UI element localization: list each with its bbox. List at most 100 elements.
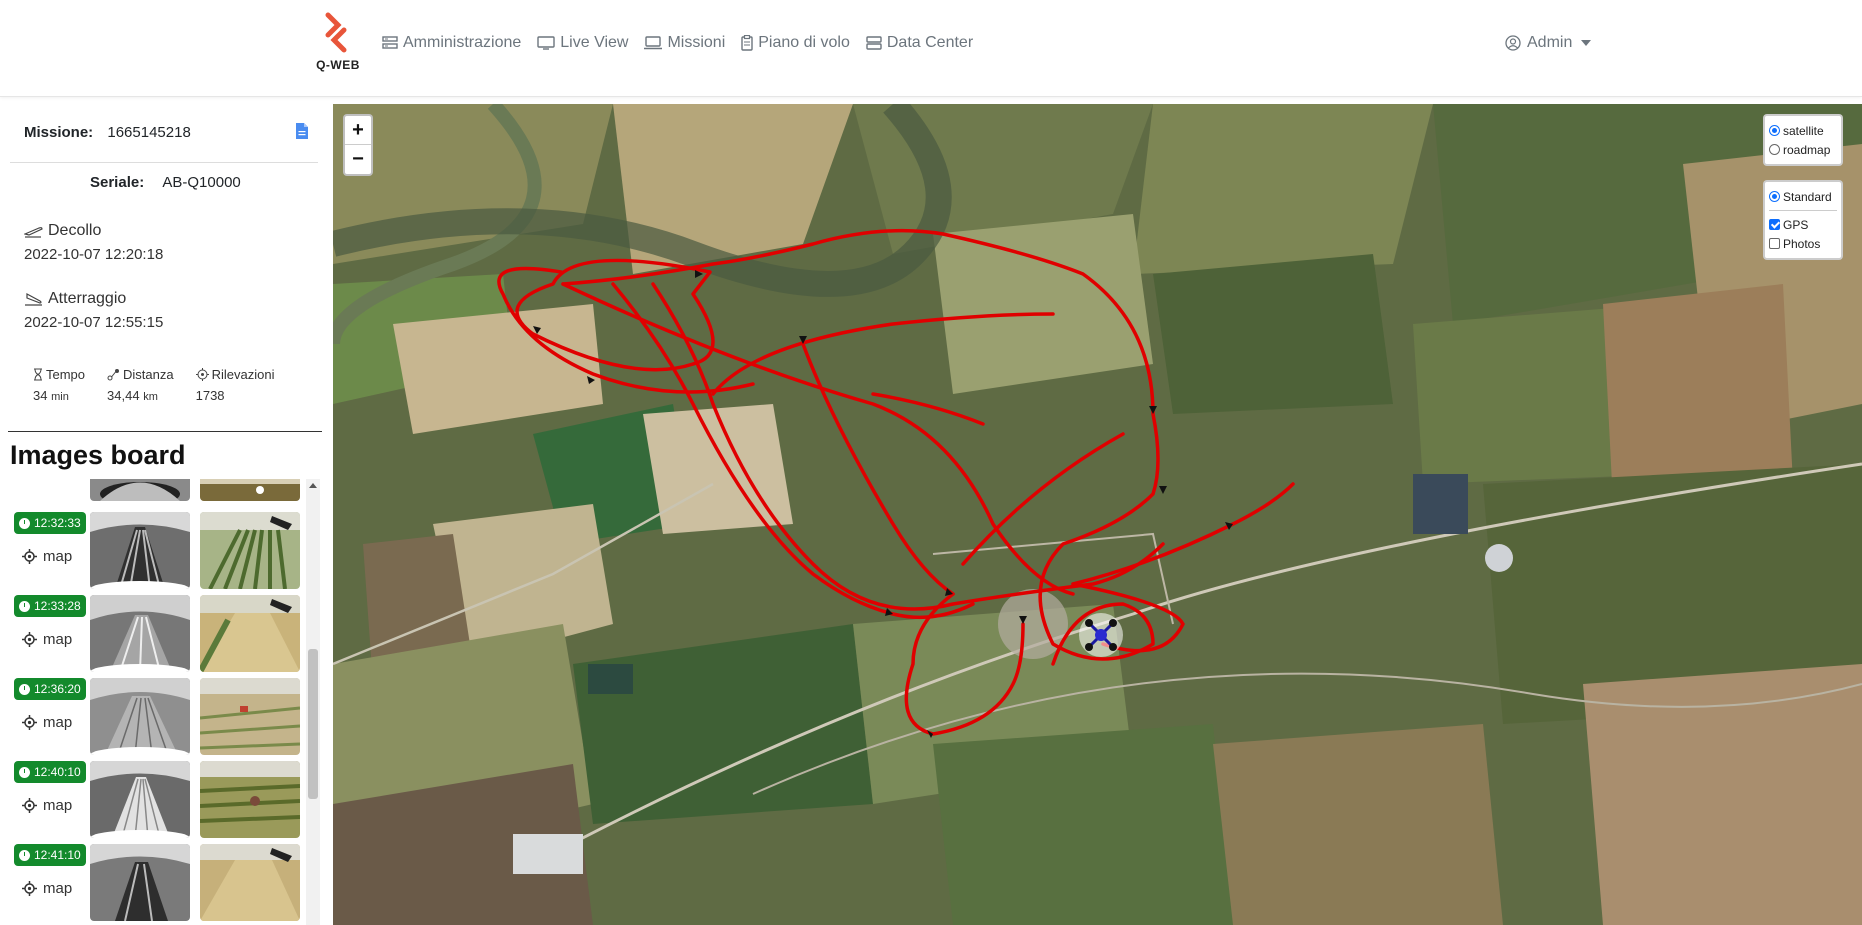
crosshair-icon: [22, 549, 37, 564]
image-board-item: 12:36:20 map: [10, 678, 305, 758]
nav-data-center[interactable]: Data Center: [866, 34, 973, 52]
nav-label: Missioni: [667, 34, 726, 51]
clipboard-icon: [741, 35, 753, 51]
map-link[interactable]: map: [22, 548, 72, 565]
images-board[interactable]: 12:32:33 map 12:33:28 map 12:36:20 map 1…: [10, 479, 322, 925]
serial-value: AB-Q10000: [162, 174, 241, 191]
base-layer-control: satellite roadmap: [1763, 114, 1843, 166]
stat-detections-value: 1738: [195, 388, 225, 403]
radio-button[interactable]: [1769, 191, 1780, 202]
radio-button[interactable]: [1769, 125, 1780, 136]
image-time: 12:41:10: [34, 848, 81, 862]
photo-thumbnail[interactable]: [200, 479, 300, 501]
photo-thumbnail[interactable]: [200, 595, 300, 672]
clock-icon: [19, 849, 30, 861]
clock-icon: [19, 517, 30, 529]
clock-icon: [19, 766, 30, 778]
nav-missioni[interactable]: Missioni: [644, 34, 725, 52]
nav-live-view[interactable]: Live View: [537, 34, 628, 52]
route-icon: [107, 369, 120, 381]
thermal-thumbnail[interactable]: [90, 479, 190, 501]
time-badge: 12:36:20: [14, 678, 86, 700]
thermal-thumbnail[interactable]: [90, 761, 190, 838]
crosshair-icon: [22, 798, 37, 813]
nav-piano-di-volo[interactable]: Piano di volo: [741, 34, 850, 52]
user-circle-icon: [1505, 35, 1521, 51]
flight-map[interactable]: + − satellite roadmap Standard GPS Photo…: [333, 104, 1862, 925]
overlay-option-photos[interactable]: Photos: [1769, 234, 1837, 253]
document-icon[interactable]: [295, 122, 309, 140]
map-link[interactable]: map: [22, 714, 72, 731]
divider: [1769, 210, 1837, 211]
nav-label: Live View: [560, 34, 629, 51]
mission-id-row: Missione: 1665145218: [24, 124, 312, 141]
crosshair-icon: [22, 881, 37, 896]
radio-button[interactable]: [1769, 144, 1780, 155]
map-label: map: [43, 880, 73, 897]
takeoff-time: 2022-10-07 12:20:18: [24, 246, 164, 263]
photo-thumbnail[interactable]: [200, 844, 300, 921]
landing-icon: [25, 292, 42, 306]
clock-icon: [19, 683, 30, 695]
checkbox[interactable]: [1769, 238, 1780, 249]
image-board-item: 12:33:28 map: [10, 595, 305, 675]
mission-sidebar: Missione: 1665145218 Seriale: AB-Q10000 …: [0, 104, 333, 925]
time-badge: 12:41:10: [14, 844, 86, 866]
zoom-control: + −: [343, 114, 373, 176]
zoom-in-button[interactable]: +: [345, 116, 371, 145]
overlay-option-gps[interactable]: GPS: [1769, 215, 1837, 234]
divider: [10, 162, 318, 163]
thermal-thumbnail[interactable]: [90, 844, 190, 921]
landing-time: 2022-10-07 12:55:15: [24, 314, 164, 331]
user-menu[interactable]: Admin: [1505, 34, 1592, 52]
scroll-thumb[interactable]: [308, 649, 318, 799]
q-web-logo-icon: [325, 12, 347, 53]
stat-time-unit: min: [51, 391, 69, 403]
image-time: 12:40:10: [34, 765, 81, 779]
photo-thumbnail[interactable]: [200, 761, 300, 838]
overlay-option-standard[interactable]: Standard: [1769, 187, 1837, 206]
layer-option-satellite[interactable]: satellite: [1769, 121, 1837, 140]
images-board-scrollbar[interactable]: [306, 479, 320, 925]
image-board-item: 12:40:10 map: [10, 761, 305, 841]
map-label: map: [43, 714, 73, 731]
image-time: 12:36:20: [34, 682, 81, 696]
divider: [8, 431, 322, 432]
mission-stats: Tempo 34 min Distanza 34,44 km Rilevazio…: [33, 367, 296, 403]
serial-label: Seriale:: [90, 174, 145, 191]
laptop-icon: [644, 36, 663, 50]
crosshair-icon: [22, 715, 37, 730]
layer-option-roadmap[interactable]: roadmap: [1769, 140, 1837, 159]
zoom-out-button[interactable]: −: [345, 145, 371, 174]
map-label: map: [43, 631, 73, 648]
checkbox[interactable]: [1769, 219, 1780, 230]
map-link[interactable]: map: [22, 880, 72, 897]
image-board-item: 12:32:33 map: [10, 512, 305, 592]
hourglass-icon: [34, 368, 42, 381]
thermal-thumbnail[interactable]: [90, 678, 190, 755]
thermal-thumbnail[interactable]: [90, 512, 190, 589]
brand-logo[interactable]: Q-WEB: [310, 12, 366, 78]
map-link[interactable]: map: [22, 797, 72, 814]
top-navbar: Q-WEB Amministrazione Live View Missioni: [0, 0, 1862, 97]
nav-amministrazione[interactable]: Amministrazione: [382, 34, 521, 52]
thermal-thumbnail[interactable]: [90, 595, 190, 672]
takeoff-label: Decollo: [48, 222, 102, 239]
image-time: 12:32:33: [34, 516, 81, 530]
scroll-up-arrow-icon[interactable]: [309, 483, 317, 488]
mission-label: Missione:: [24, 124, 94, 141]
stat-distance-label: Distanza: [123, 367, 174, 382]
map-link[interactable]: map: [22, 631, 72, 648]
layer-label: roadmap: [1783, 142, 1831, 157]
drone-icon[interactable]: [1078, 612, 1124, 658]
stat-time-value: 34: [33, 388, 48, 403]
brand-name: Q-WEB: [316, 58, 360, 72]
time-badge: 12:33:28: [14, 595, 86, 617]
monitor-icon: [537, 36, 555, 50]
images-board-title: Images board: [10, 440, 186, 470]
layer-label: satellite: [1783, 123, 1824, 138]
overlay-label: Standard: [1783, 189, 1832, 204]
stat-time-label: Tempo: [46, 367, 86, 382]
photo-thumbnail[interactable]: [200, 512, 300, 589]
photo-thumbnail[interactable]: [200, 678, 300, 755]
